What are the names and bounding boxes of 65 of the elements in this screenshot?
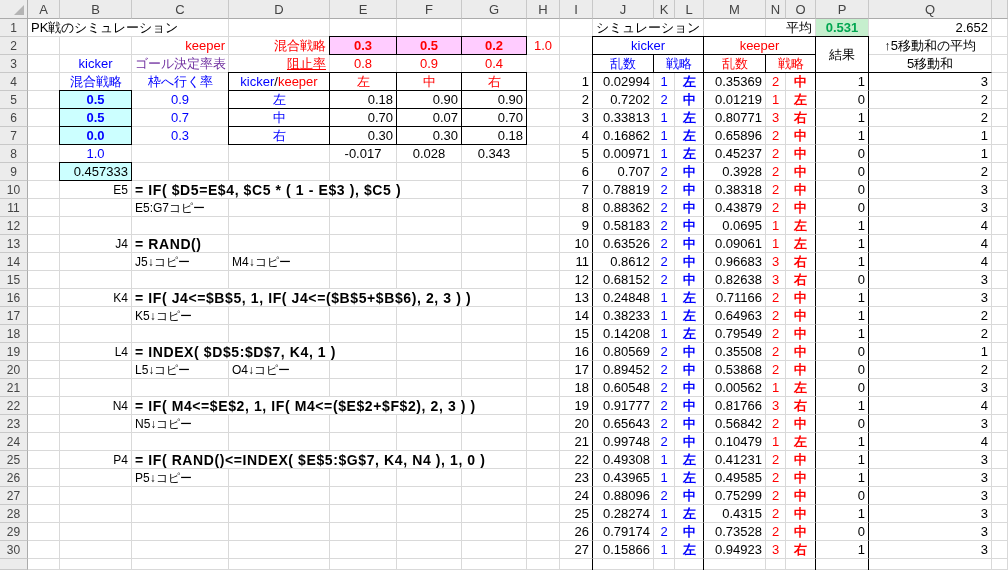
column-header[interactable]: C [132,0,229,19]
row-header[interactable]: 28 [0,505,28,523]
column-header[interactable]: F [397,0,462,19]
row-header[interactable]: 19 [0,343,28,361]
row-header[interactable]: 25 [0,451,28,469]
keeper-strategy-cell: 0.2 [461,36,527,55]
row-header[interactable]: 1 [0,19,28,37]
kicker-strategy-cell: 0.0 [59,126,132,145]
moving-sum-header: 5移動和 [869,55,992,73]
triangle-icon [14,5,24,15]
row-header[interactable]: 16 [0,289,28,307]
row-header[interactable]: 3 [0,55,28,73]
row-header[interactable]: 7 [0,127,28,145]
row-header[interactable]: 5 [0,91,28,109]
row-header[interactable]: 9 [0,163,28,181]
row-header[interactable]: 13 [0,235,28,253]
goal-rate-cell: 0.18 [461,126,527,145]
strategy-header: 戦略 [765,54,816,73]
result-header: 結果 [815,36,869,73]
column-header[interactable]: Q [869,0,992,19]
row-header[interactable]: 6 [0,109,28,127]
row-header[interactable]: 26 [0,469,28,487]
column-header[interactable]: E [330,0,397,19]
row-header[interactable]: 12 [0,217,28,235]
row-header[interactable]: 29 [0,523,28,541]
row-header[interactable]: 17 [0,307,28,325]
row-header[interactable]: 23 [0,415,28,433]
strategy-header: 戦略 [653,54,704,73]
average-cell: 0.531 [816,19,869,37]
row-header[interactable]: 4 [0,73,28,91]
column-header[interactable]: B [60,0,132,19]
row-header[interactable]: 22 [0,397,28,415]
column-header[interactable]: P [816,0,869,19]
row-header[interactable]: 15 [0,271,28,289]
column-header[interactable] [992,0,1008,19]
row-header[interactable]: 24 [0,433,28,451]
column-header[interactable]: O [786,0,816,19]
column-header[interactable]: L [675,0,704,19]
column-header[interactable]: A [28,0,60,19]
row-header[interactable]: 30 [0,541,28,559]
column-header[interactable]: G [462,0,527,19]
keeper-strategy-cell: 0.5 [396,36,462,55]
column-header[interactable]: K [654,0,675,19]
column-header[interactable]: J [593,0,654,19]
row-header[interactable] [0,559,28,570]
row-header[interactable]: 21 [0,379,28,397]
column-header[interactable]: D [229,0,330,19]
expected-rate-cell: 0.457333 [59,162,132,181]
kicker-side-cell: 右 [228,126,330,145]
column-header[interactable]: N [766,0,786,19]
row-header[interactable]: 2 [0,37,28,55]
column-header[interactable]: H [527,0,560,19]
column-header[interactable]: M [704,0,766,19]
random-header: 乱数 [703,54,766,73]
row-header[interactable]: 8 [0,145,28,163]
row-header[interactable]: 27 [0,487,28,505]
row-header[interactable]: 11 [0,199,28,217]
row-header[interactable]: 20 [0,361,28,379]
column-header[interactable]: I [560,0,593,19]
row-header[interactable]: 14 [0,253,28,271]
select-all-button[interactable] [0,0,28,19]
random-header: 乱数 [592,54,654,73]
row-header[interactable]: 10 [0,181,28,199]
row-header[interactable]: 18 [0,325,28,343]
keeper-strategy-cell: 0.3 [329,36,397,55]
